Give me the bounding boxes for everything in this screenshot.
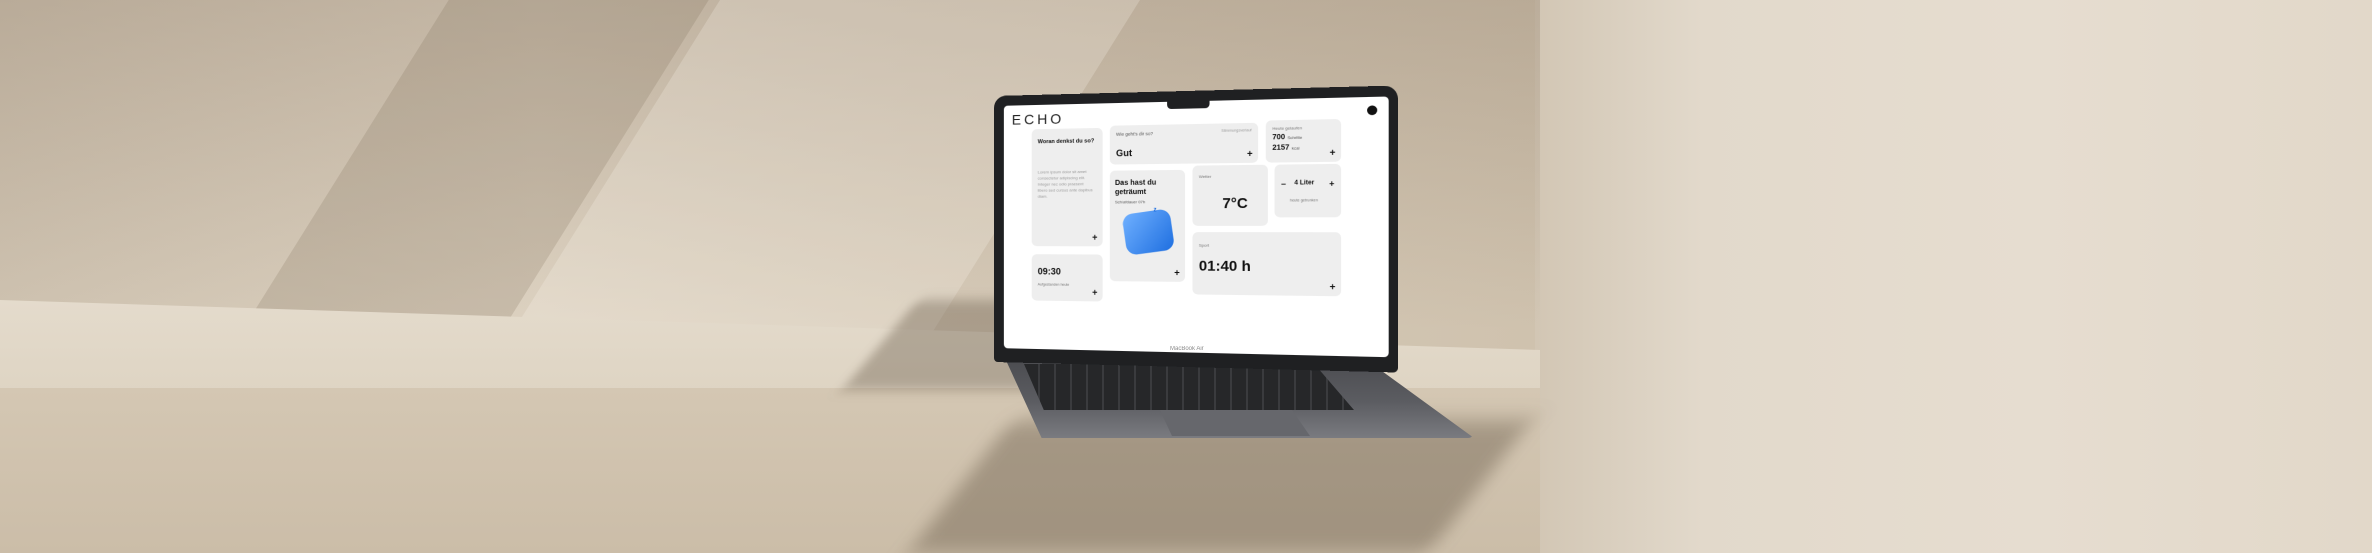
steps-card[interactable]: Heute gelaufen 700 Schritte 2157 kcal +: [1265, 118, 1342, 163]
feeling-card[interactable]: Wie geht's dir so? Stimmungsverlauf Gut …: [1109, 122, 1259, 165]
water-increment-button[interactable]: +: [1329, 179, 1334, 189]
laptop-lid: ECHO Woran denkst du so? Lorem ipsum dol…: [994, 85, 1398, 373]
pillow-illustration: [1121, 208, 1176, 256]
temperature-label: Wetter: [1198, 173, 1212, 180]
sport-value: 01:40 h: [1198, 257, 1251, 275]
camera-notch: [1167, 100, 1210, 110]
avatar[interactable]: [1367, 105, 1378, 116]
feeling-question: Wie geht's dir so?: [1116, 131, 1154, 137]
temperature-value: 7°C: [1222, 194, 1248, 212]
add-sport-button[interactable]: +: [1330, 281, 1336, 292]
temperature-card[interactable]: Wetter 7°C: [1192, 164, 1268, 226]
app-logo: ECHO: [1011, 110, 1065, 128]
laptop-screen: ECHO Woran denkst du so? Lorem ipsum dol…: [1003, 96, 1389, 358]
add-mind-button[interactable]: +: [1092, 232, 1097, 242]
wake-time-subtitle: Aufgestanden heute: [1037, 282, 1070, 287]
feeling-chips[interactable]: Stimmungsverlauf: [1221, 128, 1251, 133]
add-steps-button[interactable]: +: [1330, 147, 1336, 158]
mind-title: Woran denkst du so?: [1037, 138, 1095, 146]
dream-subtitle: Schlafdauer 07h: [1114, 199, 1146, 205]
add-dream-button[interactable]: +: [1174, 267, 1180, 277]
wall-right: [1535, 0, 2372, 553]
add-feeling-button[interactable]: +: [1247, 148, 1253, 159]
mind-card[interactable]: Woran denkst du so? Lorem ipsum dolor si…: [1031, 127, 1103, 247]
device-brand-label: MacBook Air: [1170, 346, 1204, 352]
laptop-trackpad: [1160, 410, 1310, 436]
dream-title: Das hast du geträumt: [1114, 179, 1157, 197]
steps-label: Heute gelaufen: [1272, 125, 1303, 131]
water-card[interactable]: – 4 Liter + heute getrunken: [1274, 163, 1342, 218]
laptop-keyboard: [1024, 364, 1354, 410]
mind-body: Lorem ipsum dolor sit amet consectetur a…: [1037, 168, 1093, 199]
kcal-value: 2157 kcal: [1272, 144, 1300, 153]
water-value: 4 Liter: [1294, 180, 1315, 187]
steps-value: 700 Schritte: [1272, 133, 1303, 142]
wake-time-value: 09:30: [1037, 266, 1061, 277]
feeling-value: Gut: [1116, 147, 1133, 159]
sport-label: Sport: [1198, 242, 1210, 248]
sport-card[interactable]: Sport 01:40 h +: [1192, 232, 1342, 297]
water-decrement-button[interactable]: –: [1281, 179, 1286, 189]
sleep-icon: z: [1153, 207, 1157, 214]
water-subtitle: heute getrunken: [1289, 198, 1318, 203]
laptop: ECHO Woran denkst du so? Lorem ipsum dol…: [990, 85, 1490, 468]
dream-card[interactable]: Das hast du geträumt Schlafdauer 07h z +: [1109, 169, 1186, 282]
wake-time-card[interactable]: 09:30 Aufgestanden heute +: [1031, 254, 1103, 302]
add-time-button[interactable]: +: [1092, 287, 1097, 297]
